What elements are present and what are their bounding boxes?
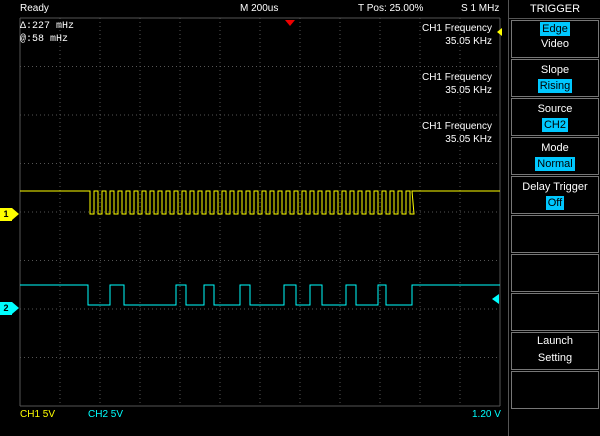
menu-item-empty-4[interactable] (511, 371, 599, 409)
menu-item-empty-1[interactable] (511, 215, 599, 253)
channel-info-bar: CH1 5V CH2 5V 1.20 V (0, 406, 508, 424)
cursor-readout: Δ:227 mHz @:58 mHz (20, 20, 74, 46)
ch1-scale[interactable]: CH1 5V (20, 409, 55, 420)
ch1-edge-marker (497, 28, 502, 36)
menu-item-label: Mode (541, 142, 569, 154)
waveform-display[interactable] (0, 0, 508, 436)
measurement-value: 35.05 KHz (445, 134, 492, 145)
ch2-marker-label: 2 (3, 303, 9, 313)
menu-item-slope[interactable]: Slope Rising (511, 59, 599, 97)
measurement-value: 35.05 KHz (445, 36, 492, 47)
ch2-scale[interactable]: CH2 5V (88, 409, 123, 420)
measurement-3: CH1 Frequency 35.05 KHz (372, 120, 492, 146)
menu-item-type-selected: Edge (540, 22, 570, 36)
trigger-level-readout: 1.20 V (472, 409, 501, 420)
menu-item-empty-2[interactable] (511, 254, 599, 292)
menu-item-label: Source (537, 103, 573, 115)
measurement-value: 35.05 KHz (445, 85, 492, 96)
trigger-position-pointer[interactable] (285, 20, 295, 26)
menu-title: TRIGGER (509, 0, 600, 19)
menu-item-value: Rising (537, 79, 573, 93)
menu-item-launch-setting[interactable]: Launch Setting (511, 332, 599, 370)
menu-item-value: Normal (535, 157, 575, 171)
cursor-delta: Δ:227 mHz (20, 21, 75, 32)
ch2-ground-marker[interactable]: 2 (0, 302, 19, 315)
menu-item-label: Delay Trigger (522, 181, 588, 193)
menu-item-type[interactable]: Edge Video (511, 20, 599, 58)
oscilloscope-screen: Ready M 200us T Pos: 25.00% S 1 MHz Δ:22… (0, 0, 600, 436)
ch1-ground-marker[interactable]: 1 (0, 208, 19, 221)
menu-item-mode[interactable]: Mode Normal (511, 137, 599, 175)
menu-item-setting-label: Setting (537, 352, 573, 364)
menu-item-empty-3[interactable] (511, 293, 599, 331)
measurement-1: CH1 Frequency 35.05 KHz (372, 22, 492, 48)
measurement-label: CH1 Frequency (421, 72, 492, 83)
ch1-marker-label: 1 (3, 209, 9, 219)
menu-item-launch-label: Launch (536, 335, 574, 347)
trigger-level-marker[interactable] (492, 294, 499, 304)
menu-item-value: CH2 (541, 118, 568, 132)
measurement-label: CH1 Frequency (421, 121, 492, 132)
menu-item-source[interactable]: Source CH2 (511, 98, 599, 136)
trigger-menu: TRIGGER Edge Video Slope Rising Source C… (508, 0, 600, 436)
menu-item-label: Slope (540, 64, 570, 76)
menu-item-value: Off (545, 196, 565, 210)
menu-item-delay-trigger[interactable]: Delay Trigger Off (511, 176, 599, 214)
measurement-label: CH1 Frequency (421, 23, 492, 34)
cursor-at: @:58 mHz (20, 34, 69, 45)
menu-item-type-alt: Video (541, 38, 569, 50)
measurement-2: CH1 Frequency 35.05 KHz (372, 71, 492, 97)
